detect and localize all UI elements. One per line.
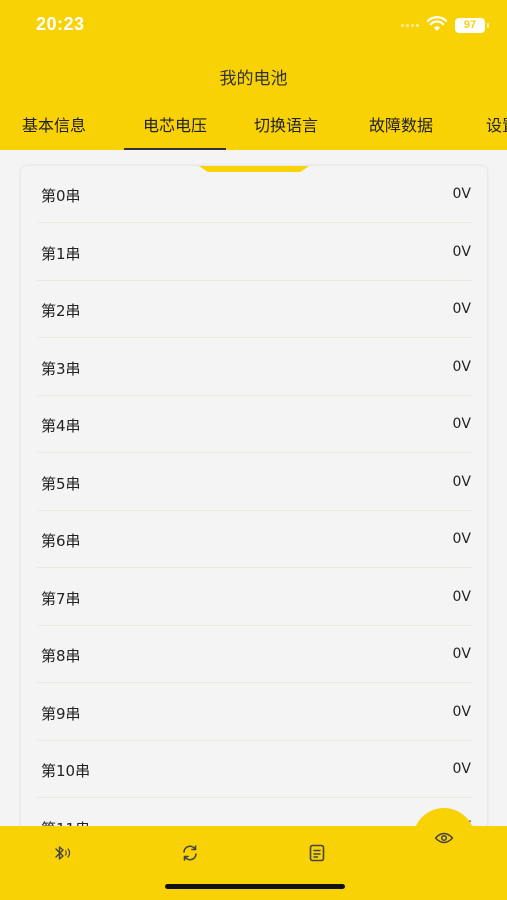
tab-settings[interactable]: 设置 bbox=[486, 112, 507, 150]
refresh-icon[interactable] bbox=[181, 844, 199, 862]
cell-voltage-value: 0V bbox=[452, 473, 471, 490]
status-time: 20:23 bbox=[36, 14, 85, 34]
cell-voltage-value: 0V bbox=[452, 646, 471, 662]
list-item: 第9串 0V bbox=[37, 684, 473, 741]
cell-voltage-value: 0V bbox=[452, 531, 471, 547]
cell-label: 第6串 bbox=[41, 532, 81, 550]
cell-voltage-value: 0V bbox=[452, 301, 471, 317]
cell-label: 第3串 bbox=[41, 359, 81, 378]
signal-icon bbox=[401, 24, 419, 27]
list-item: 第10串 0V bbox=[37, 741, 473, 798]
eye-icon bbox=[434, 832, 454, 844]
cell-label: 第7串 bbox=[41, 589, 81, 608]
list-item: 第4串 0V bbox=[37, 396, 473, 453]
tab-basic-info[interactable]: 基本信息 bbox=[22, 112, 86, 150]
active-tab-indicator bbox=[199, 166, 309, 172]
list-item: 第5串 0V bbox=[37, 454, 473, 511]
cell-label: 第2串 bbox=[41, 302, 81, 320]
cell-label: 第10串 bbox=[41, 762, 91, 780]
list-item: 第6串 0V bbox=[37, 511, 473, 568]
cell-label: 第0串 bbox=[41, 187, 81, 205]
cell-label: 第4串 bbox=[41, 417, 81, 435]
cell-voltage-value: 0V bbox=[452, 243, 471, 260]
header-bar: 20:23 97 我的电池 基本信息 电芯电压 切换语言 故障数据 设置 bbox=[0, 0, 507, 150]
list-item: 第8串 0V bbox=[37, 626, 473, 683]
status-bar: 20:23 97 bbox=[0, 0, 507, 52]
cell-voltage-value: 0V bbox=[452, 703, 471, 720]
list-item: 第3串 0V bbox=[37, 339, 473, 396]
list-item: 第2串 0V bbox=[37, 281, 473, 338]
list-item: 第1串 0V bbox=[37, 224, 473, 281]
tab-fault-data[interactable]: 故障数据 bbox=[369, 112, 433, 150]
tab-switch-language[interactable]: 切换语言 bbox=[254, 112, 318, 150]
cell-label: 第9串 bbox=[41, 704, 81, 723]
floating-action-button[interactable] bbox=[413, 808, 475, 870]
page-title: 我的电池 bbox=[219, 69, 288, 89]
cell-voltage-value: 0V bbox=[452, 761, 471, 777]
bluetooth-icon[interactable] bbox=[53, 845, 73, 861]
cell-voltage-value: 0V bbox=[452, 358, 471, 375]
list-item: 第0串 0V bbox=[37, 166, 473, 223]
wifi-icon bbox=[427, 16, 447, 31]
cell-label: 第8串 bbox=[41, 647, 81, 665]
list-item: 第7串 0V bbox=[37, 569, 473, 626]
document-icon[interactable] bbox=[309, 844, 325, 862]
battery-icon: 97 bbox=[455, 18, 489, 33]
cell-voltage-value: 0V bbox=[452, 416, 471, 432]
cell-label: 第5串 bbox=[41, 474, 81, 493]
cell-voltage-card: 第0串 0V 第1串 0V 第2串 0V 第3串 0V 第4串 0V 第5串 0… bbox=[21, 166, 487, 846]
cell-voltage-value: 0V bbox=[452, 186, 471, 202]
cell-voltage-value: 0V bbox=[452, 588, 471, 605]
home-indicator[interactable] bbox=[165, 884, 345, 889]
tab-cell-voltage[interactable]: 电芯电压 bbox=[124, 112, 226, 150]
cell-label: 第1串 bbox=[41, 244, 81, 263]
tab-bar: 基本信息 电芯电压 切换语言 故障数据 设置 bbox=[0, 112, 507, 150]
